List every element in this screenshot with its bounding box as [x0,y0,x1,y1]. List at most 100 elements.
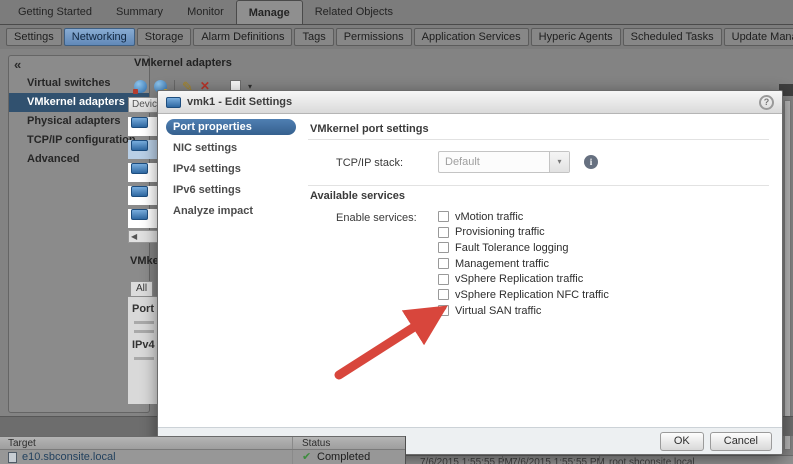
ok-button[interactable]: OK [659,431,704,451]
adapter-details-title: VMkernel network adapter [130,255,158,267]
task-row[interactable]: e10.sbconsite.local ✔ Completed [0,450,405,464]
vmk-adapter-icon [131,163,148,174]
adapter-details-pane: Port properties IPv4 settings [128,296,158,404]
dialog-nav-port-properties[interactable]: Port properties [166,119,296,135]
details-section-heading: Port properties [132,303,158,315]
add-host-networking-icon[interactable] [133,79,147,94]
red-annotation-arrow-icon [334,305,448,380]
sidebar-item-virtual-switches[interactable]: Virtual switches [9,74,149,93]
tab-manage[interactable]: Manage [235,0,303,24]
details-section-heading: IPv4 settings [132,339,158,351]
vertical-scrollbar[interactable] [784,100,791,450]
service-label: Virtual SAN traffic [455,304,542,317]
subtab-alarm-definitions[interactable]: Alarm Definitions [193,28,293,46]
help-icon[interactable]: ? [759,94,774,110]
vmk-adapter-icon [131,209,148,220]
task-target[interactable]: e10.sbconsite.local [22,451,116,463]
column-separator [599,456,600,464]
checkbox-icon[interactable] [438,273,449,285]
table-row[interactable] [128,186,158,205]
tab-summary[interactable]: Summary [104,0,175,24]
tab-getting-started[interactable]: Getting Started [6,0,104,24]
details-text-fragment [134,321,154,324]
subtab-scheduled-tasks[interactable]: Scheduled Tasks [622,28,722,46]
status-column-header[interactable]: Status [302,438,330,449]
cancel-button[interactable]: Cancel [709,431,772,451]
checkbox-icon[interactable] [438,242,449,254]
edit-settings-dialog: vmk1 - Edit Settings ? Port properties N… [157,90,783,455]
vmkernel-adapter-table-fragment: Device ◀ VMkernel network adapter All Po… [128,95,158,407]
device-column-header[interactable]: Device [128,97,158,113]
scroll-left-icon[interactable]: ◀ [131,232,137,241]
tab-related-objects[interactable]: Related Objects [303,0,405,24]
service-vmotion-traffic[interactable]: vMotion traffic [438,210,609,223]
subtab-update-manager[interactable]: Update Manager [723,28,793,46]
dialog-nav: Port properties NIC settings IPv4 settin… [158,115,304,427]
details-tab-all[interactable]: All [130,281,154,296]
dialog-nav-ipv6-settings[interactable]: IPv6 settings [166,182,296,198]
subtab-application-services[interactable]: Application Services [413,28,529,46]
vmk-adapter-icon [131,186,148,197]
service-label: Provisioning traffic [455,226,545,239]
section-heading-available-services: Available services [310,190,405,202]
recent-tasks-table: Target Status e10.sbconsite.local ✔ Comp… [0,436,406,464]
tasks-header-row: Target Status [0,436,405,450]
enable-services-label: Enable services: [336,212,417,224]
checkbox-icon[interactable] [438,226,449,238]
task-success-icon: ✔ [302,451,312,463]
table-row[interactable] [128,209,158,228]
column-separator [502,456,503,464]
target-column-header[interactable]: Target [8,438,36,449]
section-divider [308,185,769,186]
service-label: vSphere Replication NFC traffic [455,288,609,301]
dialog-nav-nic-settings[interactable]: NIC settings [166,140,296,156]
column-separator [292,450,293,464]
panel-title: VMkernel adapters [134,57,232,69]
service-label: vSphere Replication traffic [455,273,584,286]
task-status: Completed [317,451,371,463]
subtab-hyperic-agents[interactable]: Hyperic Agents [530,28,621,46]
tcpip-stack-select[interactable]: Default ▾ [438,151,570,173]
tcpip-stack-label: TCP/IP stack: [336,157,404,169]
table-row[interactable] [128,140,158,159]
collapse-sidebar-icon[interactable]: « [14,57,21,72]
dialog-title-bar[interactable]: vmk1 - Edit Settings ? [158,91,782,114]
info-icon[interactable]: i [584,155,598,169]
dialog-content: VMkernel port settings TCP/IP stack: Def… [304,115,781,427]
checkbox-icon[interactable] [438,211,449,222]
table-row[interactable] [128,163,158,182]
checkbox-icon[interactable] [438,258,449,270]
section-divider [308,139,769,140]
horizontal-scrollbar[interactable]: ◀ [128,230,158,243]
manage-subtab-bar: Settings Networking Storage Alarm Defini… [0,25,793,49]
task-start-time-fragment: 7/6/2015 1:55:55 PM [420,457,513,464]
select-caret-icon[interactable]: ▾ [549,152,569,172]
service-vsphere-replication-traffic[interactable]: vSphere Replication traffic [438,273,609,286]
service-provisioning-traffic[interactable]: Provisioning traffic [438,226,609,239]
column-separator [292,437,293,449]
service-fault-tolerance-logging[interactable]: Fault Tolerance logging [438,241,609,254]
subtab-permissions[interactable]: Permissions [335,28,412,46]
subtab-storage[interactable]: Storage [136,28,192,46]
dialog-nav-analyze-impact[interactable]: Analyze impact [166,203,296,219]
object-tab-bar: Getting Started Summary Monitor Manage R… [0,0,793,25]
subtab-settings[interactable]: Settings [6,28,62,46]
dialog-title: vmk1 - Edit Settings [187,96,293,108]
service-label: vMotion traffic [455,210,524,223]
subtab-tags[interactable]: Tags [294,28,334,46]
subtab-networking[interactable]: Networking [63,28,135,46]
vmk-adapter-icon [131,117,148,128]
task-completion-time-fragment: 7/6/2015 1:55:55 PM [512,457,605,464]
dialog-nav-ipv4-settings[interactable]: IPv4 settings [166,161,296,177]
details-text-fragment [134,357,154,360]
tcpip-stack-value: Default [445,156,480,168]
task-initiator-fragment: root.sbconsite.local [609,457,695,464]
vmk-adapter-icon [166,96,181,108]
service-management-traffic[interactable]: Management traffic [438,257,609,270]
section-heading-port-settings: VMkernel port settings [310,123,429,135]
tab-monitor[interactable]: Monitor [175,0,236,24]
vmk-adapter-icon [131,140,148,151]
service-label: Fault Tolerance logging [455,241,569,254]
table-row[interactable] [128,117,158,136]
host-icon [8,452,17,463]
